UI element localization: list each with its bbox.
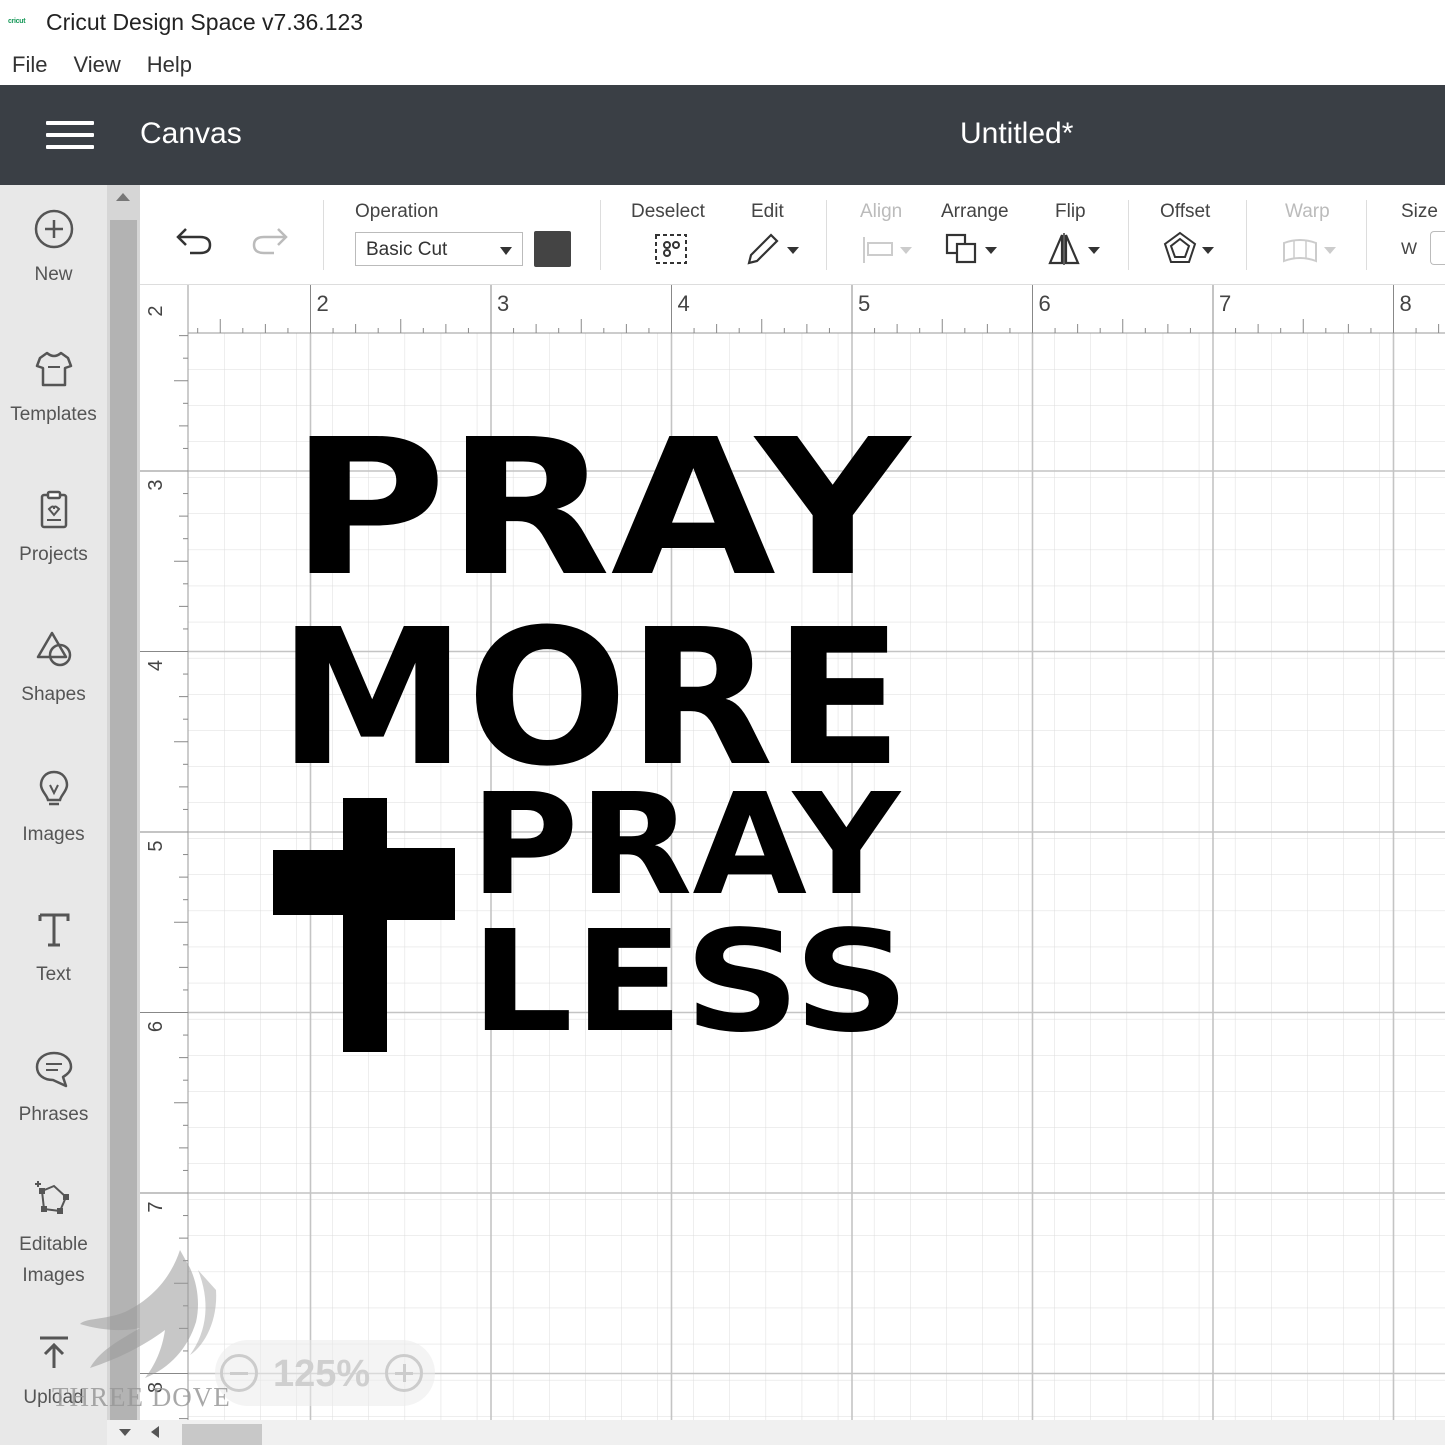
toolbar-separator [600,200,601,270]
size-label: Size [1401,201,1438,222]
editable-images-icon [34,1181,69,1214]
edit-label: Edit [751,201,784,222]
warp-label: Warp [1285,201,1330,222]
toolbar-separator [323,200,324,270]
window-title: Cricut Design Space v7.36.123 [46,8,364,35]
canvas-grid: 2345678 345678 2 PRAY MORE PRAY LESS [140,285,1445,1445]
speech-bubble-icon [35,1051,72,1088]
sidebar-item-images[interactable]: Images [0,767,107,850]
operation-select[interactable]: Basic Cut [355,232,523,266]
offset-icon[interactable] [1160,231,1220,267]
document-title[interactable]: Untitled* [960,117,1073,151]
arrange-label: Arrange [941,201,1009,222]
left-ruler-label: 6 [145,1021,167,1032]
menu-view[interactable]: View [73,52,120,78]
sidebar-item-new[interactable]: New [0,207,107,290]
flip-icon[interactable] [1046,231,1106,267]
toolbar-separator [826,200,827,270]
size-width-label: W [1401,239,1418,258]
app-logo: cricut [8,18,26,25]
menu-bar: File View Help [0,44,1445,85]
align-icon [863,237,912,263]
flip-label: Flip [1055,201,1086,222]
shapes-icon [36,631,71,667]
sidebar-item-projects[interactable]: Projects [0,487,107,570]
zoom-level: 125% [273,1353,371,1395]
sidebar-label: Templates [10,404,97,425]
zoom-in-icon[interactable] [385,1354,423,1392]
left-ruler-top-label: 2 [145,305,167,316]
chevron-down-icon [500,247,512,255]
arrange-icon[interactable] [943,231,1003,267]
left-ruler-label: 4 [145,660,167,671]
text-icon [38,913,69,947]
scroll-down-icon[interactable] [117,1426,133,1438]
top-ruler-label: 5 [858,291,870,316]
offset-label: Offset [1160,201,1211,222]
sidebar-label: Shapes [21,684,86,705]
top-ruler-label: 4 [678,291,690,316]
edit-toolbar: Operation Basic Cut Deselect Edit Align … [140,185,1445,285]
design-canvas[interactable]: 2345678 345678 2 PRAY MORE PRAY LESS [140,285,1445,1445]
toolbar-separator [1246,200,1247,270]
menu-file[interactable]: File [12,52,47,78]
left-ruler-label: 7 [145,1201,167,1212]
pray-more-pray-less-design[interactable]: PRAY MORE PRAY LESS [273,399,912,1064]
top-ruler-label: 7 [1219,291,1231,316]
redo-icon[interactable] [248,223,292,257]
size-width-input[interactable] [1430,231,1445,265]
sidebar-label: New [34,264,73,285]
tshirt-icon [35,351,72,387]
sidebar-item-shapes[interactable]: Shapes [0,627,107,710]
color-swatch[interactable] [534,231,571,267]
operation-value: Basic Cut [366,239,448,260]
lightbulb-icon [39,770,68,806]
warp-icon [1283,239,1336,263]
top-ruler-label: 8 [1400,291,1412,316]
top-ruler-label: 2 [317,291,329,316]
sidebar-item-text[interactable]: Text [0,907,107,990]
top-ruler-label: 6 [1039,291,1051,316]
menu-help[interactable]: Help [147,52,192,78]
toolbar-separator [1366,200,1367,270]
design-text-line1: PRAY [290,399,912,618]
app-header: Canvas Untitled* [0,85,1445,185]
scroll-left-icon[interactable] [149,1424,161,1440]
scrollbar-thumb[interactable] [182,1424,262,1445]
toolbar-separator [1128,200,1129,270]
section-title: Canvas [140,117,242,150]
deselect-icon[interactable] [651,231,691,267]
left-ruler-label: 3 [145,479,167,490]
sidebar-label: Phrases [18,1104,89,1125]
title-bar: cricut Cricut Design Space v7.36.123 [0,0,1445,44]
plus-circle-icon [34,209,73,249]
scroll-up-icon[interactable] [116,193,130,201]
align-label: Align [860,201,903,222]
clipboard-icon [40,490,67,529]
sidebar-label: Images [22,824,85,845]
design-text-line4: LESS [470,901,910,1064]
sidebar-label: Projects [19,544,88,565]
undo-icon[interactable] [172,223,216,257]
sidebar-item-phrases[interactable]: Phrases [0,1047,107,1130]
deselect-label: Deselect [631,201,705,222]
edit-pencil-icon[interactable] [743,231,801,267]
operation-label: Operation [355,201,439,222]
sidebar-item-templates[interactable]: Templates [0,347,107,430]
top-ruler-label: 3 [497,291,509,316]
hamburger-menu-icon[interactable] [46,121,94,149]
horizontal-scrollbar[interactable] [107,1420,1445,1445]
left-ruler-label: 5 [145,840,167,851]
sidebar-label: Text [36,964,71,985]
watermark-text: THREE DOVE [52,1382,231,1412]
